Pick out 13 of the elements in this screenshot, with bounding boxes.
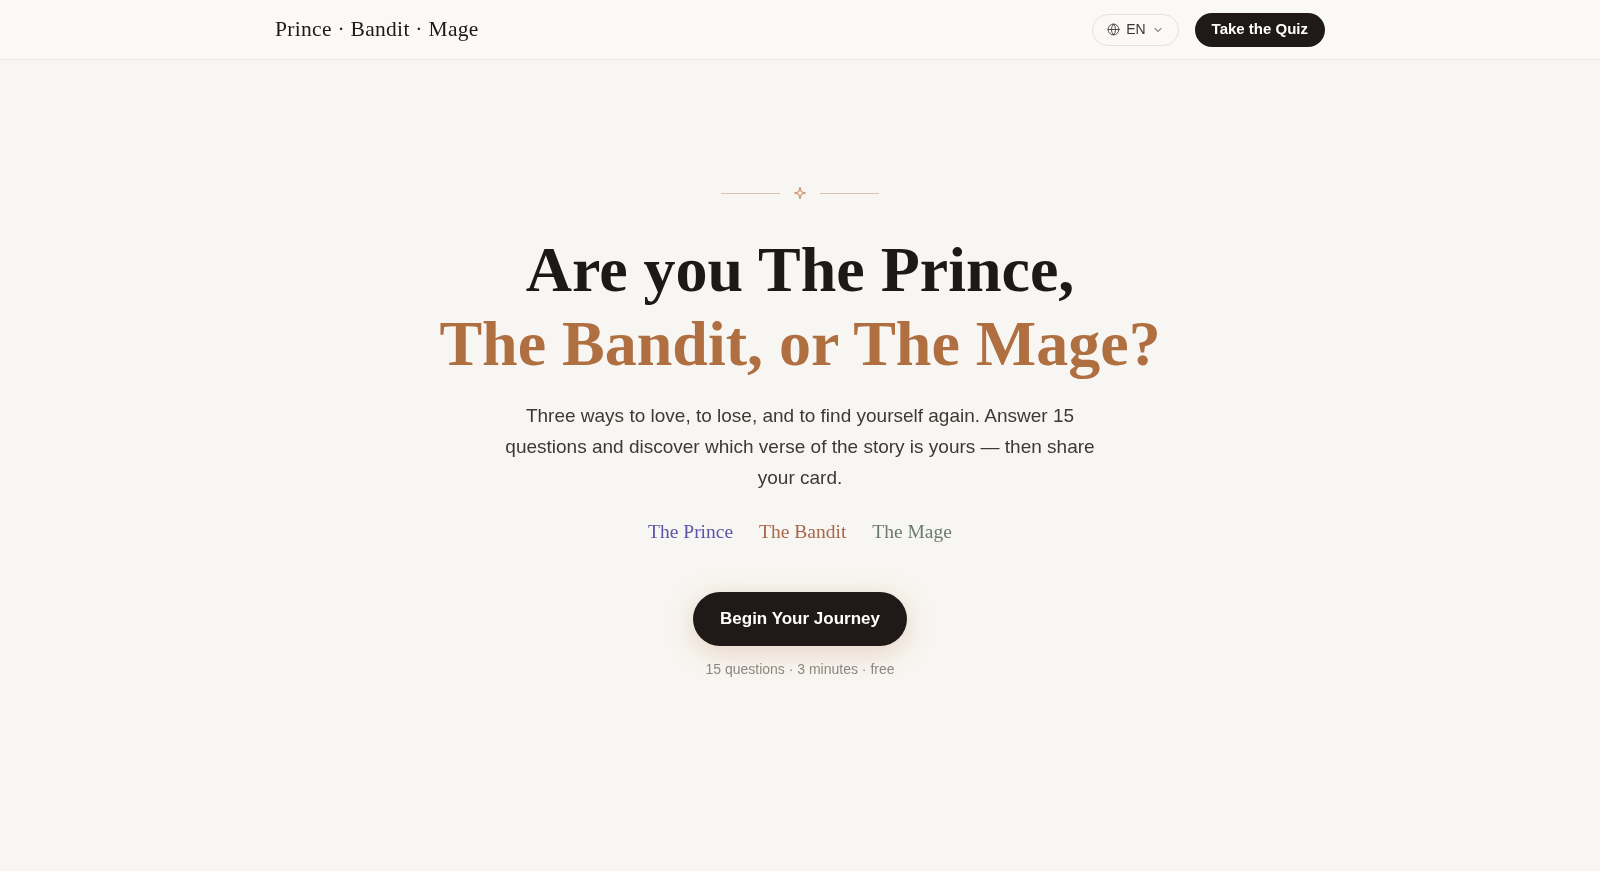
take-quiz-button[interactable]: Take the Quiz [1194, 12, 1325, 47]
globe-icon [1107, 23, 1121, 36]
archetype-label: The Bandit [759, 520, 847, 544]
begin-journey-button[interactable]: Begin Your Journey [693, 592, 907, 646]
sparkle-icon [794, 187, 806, 199]
site-logo[interactable]: Prince · Bandit · Mage [275, 13, 479, 46]
archetype-label: The Prince [648, 520, 734, 544]
heading-line: Are you The Prince, [525, 233, 1075, 307]
quiz-details: 15 questions · 3 minutes · free [705, 660, 895, 679]
language-selector[interactable]: EN [1092, 13, 1179, 46]
archetype-label: The Mage [872, 520, 952, 544]
heading-line: The Bandit, or The Mage? [439, 307, 1161, 381]
intro-paragraph: Three ways to love, to lose, and to find yourself again. Answer 15 questions and discover which verse of the story is yours — then share your card. [504, 404, 1096, 490]
